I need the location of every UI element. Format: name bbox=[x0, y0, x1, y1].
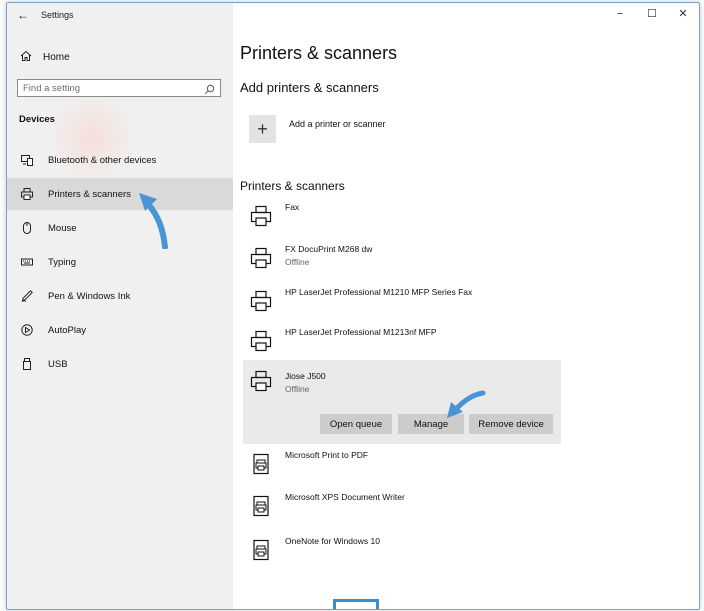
home-icon bbox=[19, 50, 33, 65]
document-printer-icon bbox=[250, 453, 272, 475]
add-printer-label[interactable]: Add a printer or scanner bbox=[289, 119, 386, 129]
highlight-box bbox=[333, 599, 379, 609]
printer-name: Jiose J500 bbox=[285, 371, 326, 381]
pointer-arrow-icon bbox=[139, 193, 168, 249]
printer-name: Microsoft XPS Document Writer bbox=[285, 492, 405, 502]
sidebar-item-label: AutoPlay bbox=[48, 324, 87, 336]
autoplay-icon bbox=[20, 323, 34, 337]
printer-item-fx-docuprint[interactable]: FX DocuPrint M268 dw Offline bbox=[243, 241, 561, 283]
sidebar-item-usb[interactable]: USB bbox=[7, 348, 233, 380]
document-printer-icon bbox=[250, 495, 272, 517]
sidebar-item-label: Mouse bbox=[48, 222, 77, 234]
printers-list-title: Printers & scanners bbox=[240, 179, 345, 193]
pen-icon bbox=[20, 289, 34, 303]
sidebar-item-pen[interactable]: Pen & Windows Ink bbox=[7, 280, 233, 312]
sidebar-item-bluetooth[interactable]: Bluetooth & other devices bbox=[7, 144, 233, 176]
keyboard-icon bbox=[20, 255, 34, 269]
printer-name: HP LaserJet Professional M1213nf MFP bbox=[285, 327, 437, 337]
sidebar-item-autoplay[interactable]: AutoPlay bbox=[7, 314, 233, 346]
printer-status: Offline bbox=[285, 384, 310, 394]
sidebar-item-label: Bluetooth & other devices bbox=[48, 154, 157, 166]
app-title: Settings bbox=[41, 10, 74, 20]
section-label-devices: Devices bbox=[19, 114, 55, 125]
sidebar-item-typing[interactable]: Typing bbox=[7, 246, 233, 278]
sidebar-item-label: Pen & Windows Ink bbox=[48, 290, 131, 302]
page-title: Printers & scanners bbox=[240, 43, 398, 63]
printer-icon bbox=[250, 330, 272, 352]
search-placeholder: Find a setting bbox=[23, 83, 81, 94]
home-label: Home bbox=[43, 51, 70, 63]
mouse-icon bbox=[20, 221, 34, 235]
main-content: Printers & scanners Add printers & scann… bbox=[233, 3, 699, 609]
usb-icon bbox=[20, 357, 34, 371]
document-printer-icon bbox=[250, 539, 272, 561]
printer-item-ms-xps[interactable]: Microsoft XPS Document Writer bbox=[243, 489, 561, 531]
add-printer-button[interactable]: + bbox=[249, 115, 276, 143]
printer-icon bbox=[20, 187, 34, 201]
pointer-arrow-icon bbox=[447, 390, 486, 418]
printer-item-hp-m1210-fax[interactable]: HP LaserJet Professional M1210 MFP Serie… bbox=[243, 284, 561, 326]
printer-status: Offline bbox=[285, 257, 310, 267]
back-arrow-icon[interactable]: ← bbox=[15, 7, 31, 23]
add-section-title: Add printers & scanners bbox=[240, 80, 379, 95]
sidebar-item-mouse[interactable]: Mouse bbox=[7, 212, 233, 244]
printer-item-fax[interactable]: Fax bbox=[243, 199, 561, 241]
printer-icon bbox=[250, 205, 272, 227]
printer-name: OneNote for Windows 10 bbox=[285, 536, 380, 546]
sidebar-item-label: Typing bbox=[48, 256, 76, 268]
settings-window: Home Find a setting Devices Bluetooth & … bbox=[6, 2, 700, 610]
printer-icon bbox=[250, 370, 272, 392]
home-nav-item[interactable]: Home bbox=[19, 47, 219, 67]
sidebar-item-label: USB bbox=[48, 358, 68, 370]
printer-name: Microsoft Print to PDF bbox=[285, 450, 369, 460]
sidebar-item-printers[interactable]: Printers & scanners bbox=[7, 178, 233, 210]
printer-icon bbox=[250, 290, 272, 312]
bluetooth-devices-icon bbox=[20, 153, 34, 167]
printer-item-ms-print-pdf[interactable]: Microsoft Print to PDF bbox=[243, 447, 561, 489]
printer-name: FX DocuPrint M268 dw bbox=[285, 244, 373, 254]
search-icon bbox=[204, 82, 215, 95]
printer-icon bbox=[250, 247, 272, 269]
printer-item-onenote[interactable]: OneNote for Windows 10 bbox=[243, 533, 561, 575]
search-input[interactable]: Find a setting bbox=[17, 79, 221, 97]
sidebar: Home Find a setting Devices Bluetooth & … bbox=[7, 3, 233, 609]
printer-item-jiose-j500[interactable]: Jiose J500 Offline Open queue Manage Rem… bbox=[243, 360, 561, 444]
sidebar-item-label: Printers & scanners bbox=[48, 188, 131, 200]
plus-icon: + bbox=[257, 118, 268, 139]
printer-name: Fax bbox=[285, 202, 300, 212]
printer-name: HP LaserJet Professional M1210 MFP Serie… bbox=[285, 287, 473, 297]
open-queue-button[interactable]: Open queue bbox=[320, 414, 392, 434]
